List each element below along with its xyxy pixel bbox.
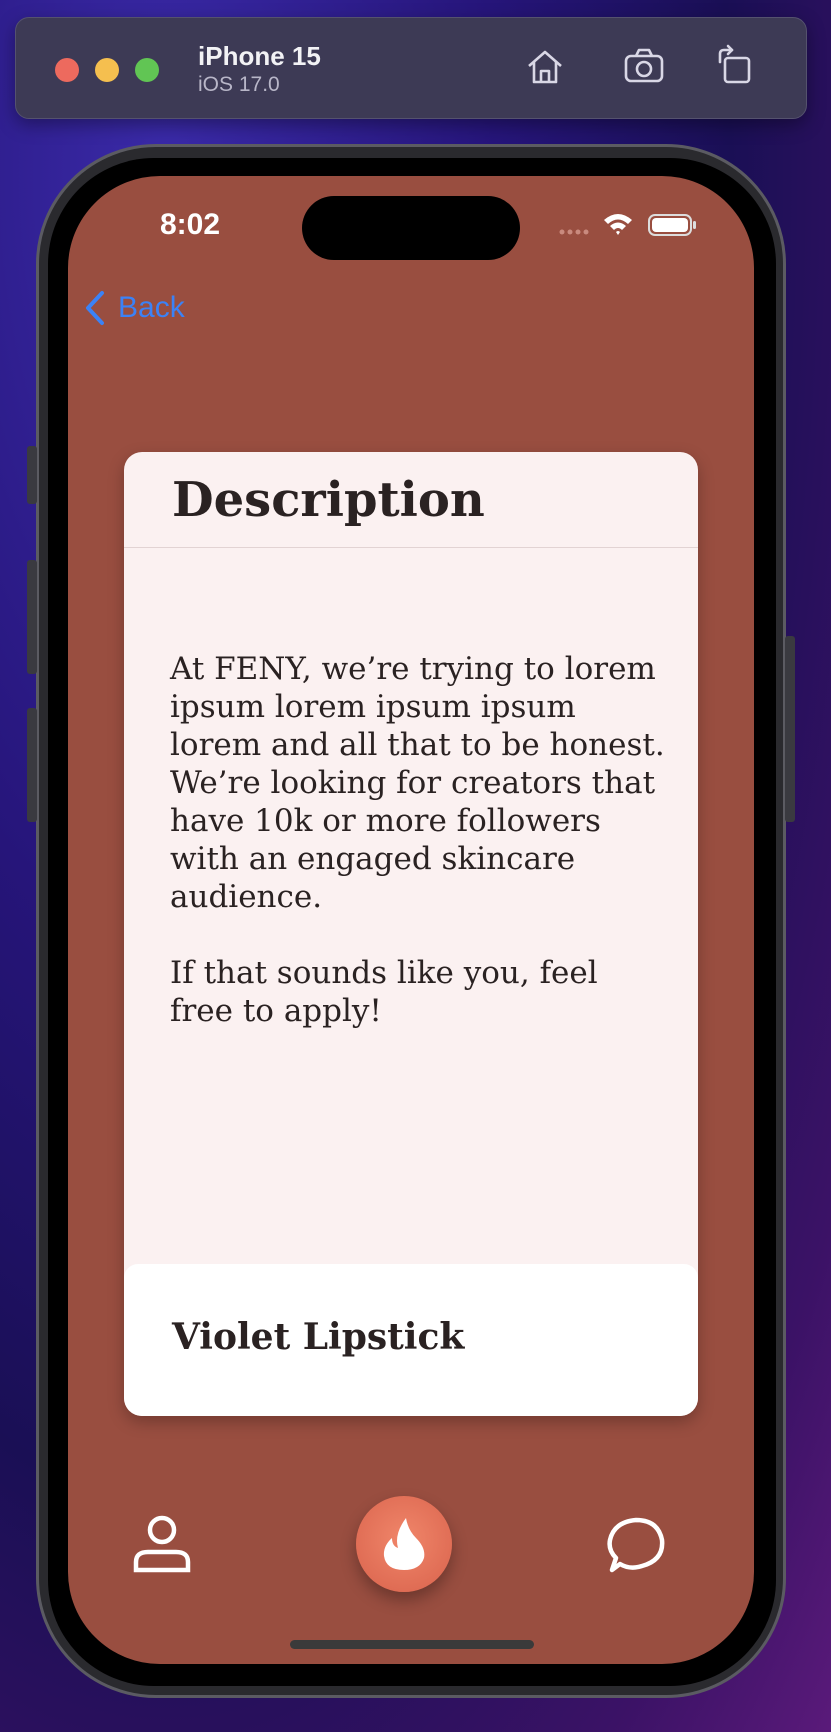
signal-icon [559,229,589,235]
product-name: Violet Lipstick [172,1316,465,1358]
home-indicator[interactable] [290,1640,534,1649]
home-icon[interactable] [523,44,567,88]
volume-down-button [27,708,37,822]
wifi-icon [604,214,632,235]
description-paragraph: At FENY, we’re trying to lorem ipsum lor… [170,651,665,915]
description-card: Description At FENY, we’re trying to lor… [124,452,698,1416]
app-screen: 8:02 Back Description At FENY, we’re try… [68,176,754,1664]
screenshot-icon[interactable] [622,44,666,88]
back-button[interactable]: Back [82,288,185,328]
volume-up-button [27,560,37,674]
battery-icon [648,214,696,236]
chevron-left-icon [86,291,104,325]
discover-button[interactable] [356,1496,452,1592]
action-button [27,446,37,504]
card-divider [124,547,698,548]
description-text: At FENY, we’re trying to lorem ipsum lor… [170,650,670,1068]
device-os-version: iOS 17.0 [198,73,280,96]
rotate-icon[interactable] [712,44,756,88]
flame-icon [383,1518,425,1570]
status-time: 8:02 [160,208,221,241]
chat-icon[interactable] [602,1514,668,1576]
card-title: Description [172,472,485,528]
minimize-window-button[interactable] [95,58,119,82]
dynamic-island [302,196,520,260]
profile-icon[interactable] [130,1512,194,1576]
simulator-toolbar: iPhone 15 iOS 17.0 [15,17,807,119]
product-footer[interactable]: Violet Lipstick [124,1264,698,1416]
description-paragraph: If that sounds like you, feel free to ap… [170,955,598,1029]
zoom-window-button[interactable] [135,58,159,82]
power-button [785,636,795,822]
back-label: Back [118,291,185,324]
device-name: iPhone 15 [198,41,321,71]
close-window-button[interactable] [55,58,79,82]
